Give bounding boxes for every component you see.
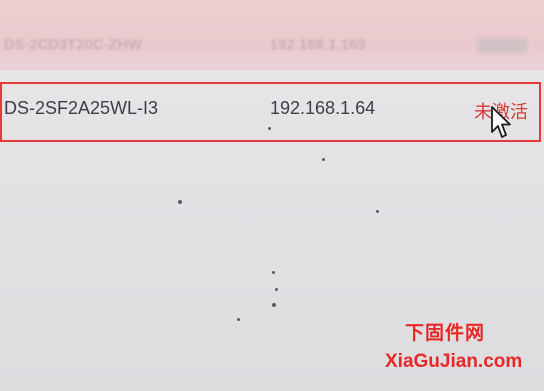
device-ip-cell: 192.168.1.169	[270, 36, 367, 52]
watermark-logo-url: XiaGuJian.com	[385, 351, 523, 372]
dust-speck	[272, 303, 276, 307]
dust-speck	[272, 271, 275, 274]
device-row-selected[interactable]: DS-2SF2A25WL-I3 192.168.1.64 未激活	[0, 82, 541, 142]
watermark-logo-cn: 下固件网	[405, 323, 486, 344]
dust-speck	[322, 158, 325, 161]
device-model-cell: DS-2CD3T20C-ZHW	[4, 36, 143, 52]
device-row-previous[interactable]: DS-2CD3T20C-ZHW 192.168.1.169	[0, 0, 544, 70]
mouse-pointer-icon	[491, 106, 511, 138]
dust-speck	[178, 200, 182, 204]
dust-speck	[275, 288, 278, 291]
device-status-cell	[477, 38, 527, 53]
dust-speck	[237, 318, 240, 321]
device-ip-cell: 192.168.1.64	[270, 98, 376, 118]
device-list-screen: DS-2CD3T20C-ZHW 192.168.1.169 DS-2SF2A25…	[0, 0, 544, 391]
dust-speck	[376, 210, 379, 213]
device-model-cell: DS-2SF2A25WL-I3	[4, 98, 159, 118]
dust-speck	[268, 127, 271, 130]
